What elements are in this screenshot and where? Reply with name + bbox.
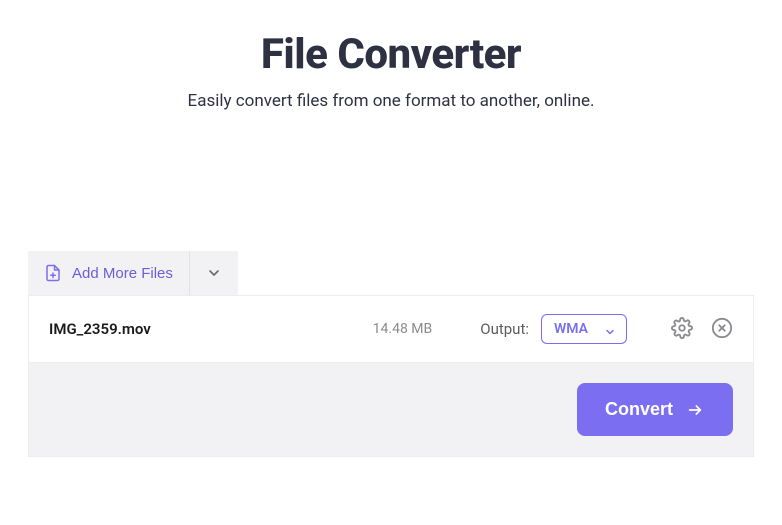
chevron-down-icon (604, 323, 616, 335)
file-row: IMG_2359.mov 14.48 MB Output: WMA (28, 295, 754, 363)
output-format-select[interactable]: WMA (541, 314, 627, 344)
arrow-right-icon (685, 402, 705, 418)
file-row-actions (671, 317, 733, 342)
output-label: Output: (480, 320, 529, 338)
gear-icon (671, 317, 693, 342)
remove-file-button[interactable] (711, 317, 733, 342)
file-size: 14.48 MB (373, 321, 433, 337)
converter-panel: Add More Files IMG_2359.mov 14.48 MB Out… (28, 251, 754, 457)
add-more-files-label: Add More Files (72, 265, 173, 282)
add-files-bar: Add More Files (28, 251, 238, 295)
close-circle-icon (711, 317, 733, 342)
convert-button[interactable]: Convert (577, 383, 733, 436)
page-subtitle: Easily convert files from one format to … (20, 91, 762, 111)
add-more-files-button[interactable]: Add More Files (28, 251, 190, 295)
panel-footer: Convert (28, 363, 754, 457)
page-title: File Converter (20, 30, 762, 79)
output-format-value: WMA (554, 321, 588, 337)
chevron-down-icon (206, 265, 222, 281)
file-name: IMG_2359.mov (49, 320, 373, 338)
file-plus-icon (44, 264, 62, 282)
add-source-dropdown[interactable] (190, 251, 238, 295)
convert-button-label: Convert (605, 399, 673, 420)
settings-button[interactable] (671, 317, 693, 342)
